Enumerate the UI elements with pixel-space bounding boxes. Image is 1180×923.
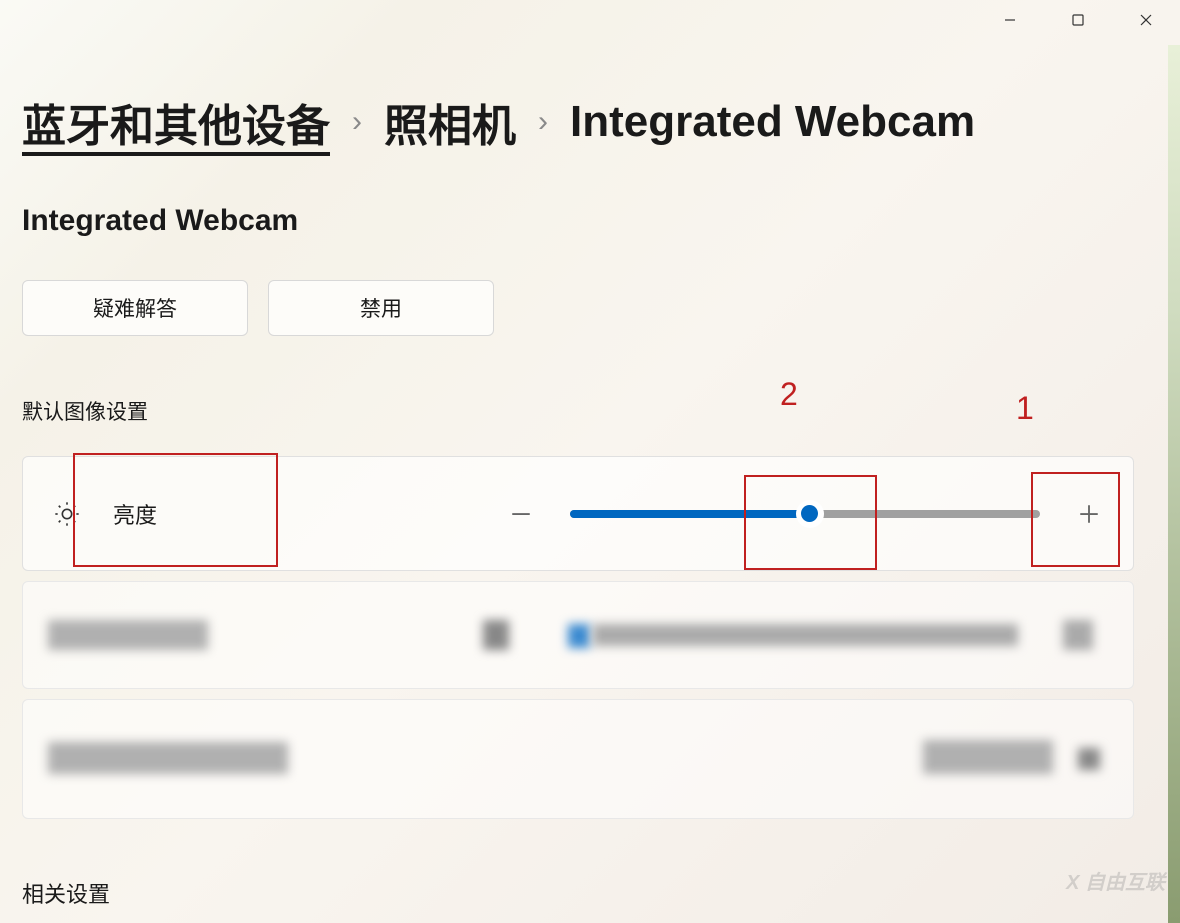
annotation-marker-2: 2 (780, 376, 798, 413)
breadcrumb-bluetooth-devices[interactable]: 蓝牙和其他设备 (22, 90, 330, 189)
annotation-marker-1: 1 (1016, 390, 1034, 427)
brightness-label: 亮度 (113, 498, 157, 530)
settings-window: 蓝牙和其他设备 › 照相机 › Integrated Webcam Integr… (0, 0, 1180, 923)
breadcrumb-current: Integrated Webcam (570, 97, 975, 147)
brightness-controls (497, 490, 1113, 538)
brightness-icon (51, 500, 83, 528)
brightness-increase-button[interactable] (1065, 490, 1113, 538)
device-name-heading: Integrated Webcam (22, 204, 1180, 238)
breadcrumb: 蓝牙和其他设备 › 照相机 › Integrated Webcam (22, 90, 1180, 154)
desktop-edge (1168, 45, 1180, 923)
breadcrumb-camera[interactable]: 照相机 (384, 90, 516, 154)
brightness-slider[interactable] (570, 510, 1040, 518)
settings-panels: 亮度 (22, 456, 1180, 819)
chevron-right-icon: › (352, 105, 362, 139)
action-buttons: 疑难解答 禁用 (22, 280, 1180, 336)
troubleshoot-button[interactable]: 疑难解答 (22, 280, 248, 336)
blurred-panel-2 (22, 699, 1134, 819)
content-area: 蓝牙和其他设备 › 照相机 › Integrated Webcam Integr… (0, 0, 1180, 909)
slider-thumb[interactable] (796, 500, 824, 528)
blurred-panel-1 (22, 581, 1134, 689)
brightness-panel: 亮度 (22, 456, 1134, 571)
window-titlebar (976, 0, 1180, 40)
default-image-settings-label: 默认图像设置 (22, 396, 1180, 426)
chevron-right-icon: › (538, 105, 548, 139)
brightness-decrease-button[interactable] (497, 490, 545, 538)
slider-fill (570, 510, 805, 518)
related-settings-label: 相关设置 (22, 877, 1180, 909)
maximize-button[interactable] (1044, 0, 1112, 40)
close-button[interactable] (1112, 0, 1180, 40)
watermark: X 自由互联 (1066, 866, 1165, 895)
minimize-button[interactable] (976, 0, 1044, 40)
disable-button[interactable]: 禁用 (268, 280, 494, 336)
annotation-box-label (73, 453, 278, 567)
